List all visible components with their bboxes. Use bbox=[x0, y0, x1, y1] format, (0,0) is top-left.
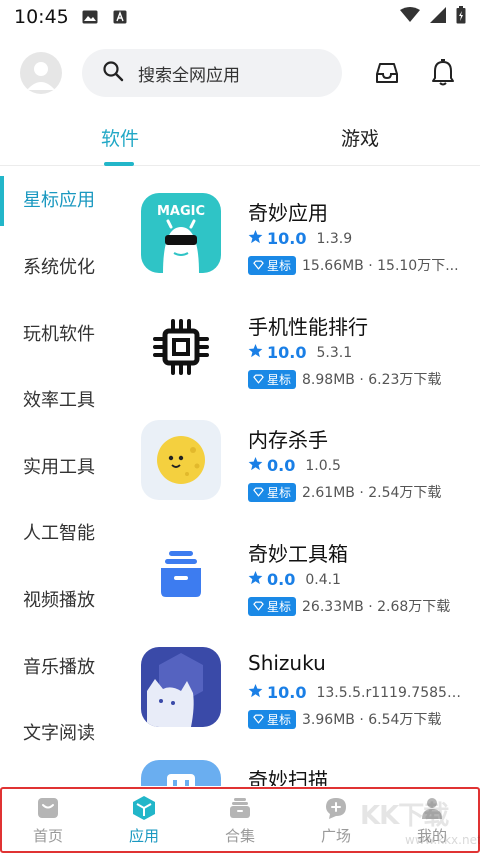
app-stats: 3.96MB · 6.54万下载 bbox=[302, 712, 442, 728]
sidebar-item-starred[interactable]: 星标应用 bbox=[23, 186, 95, 212]
diamond-icon bbox=[253, 601, 264, 611]
category-tabs: 软件 游戏 bbox=[0, 110, 480, 166]
starred-badge: 星标 bbox=[248, 709, 297, 729]
status-time: 10:45 bbox=[14, 6, 69, 28]
battery-icon bbox=[456, 6, 466, 28]
tab-software[interactable]: 软件 bbox=[101, 124, 139, 151]
app-rating: 0.0 0.4.1 bbox=[248, 570, 341, 589]
list-item[interactable]: 奇妙工具箱 0.0 0.4.1 星标 26.33MB · 2.68万下载 bbox=[120, 534, 480, 644]
starred-badge: 星标 bbox=[248, 369, 297, 389]
search-placeholder: 搜索全网应用 bbox=[138, 65, 240, 86]
home-icon bbox=[35, 795, 61, 821]
app-name: 奇妙工具箱 bbox=[248, 542, 348, 566]
app-rating: 10.0 13.5.5.r1119.75853... bbox=[248, 683, 466, 702]
sidebar-item-ai[interactable]: 人工智能 bbox=[23, 519, 95, 545]
app-meta: 星标 26.33MB · 2.68万下载 bbox=[248, 596, 450, 616]
toolbox-icon bbox=[141, 534, 221, 614]
avatar[interactable] bbox=[20, 52, 62, 94]
top-header: 搜索全网应用 bbox=[0, 40, 480, 106]
collection-box-icon bbox=[227, 795, 253, 821]
app-name: 手机性能排行 bbox=[248, 315, 368, 339]
app-meta: 星标 15.66MB · 15.10万下... bbox=[248, 255, 459, 275]
diamond-icon bbox=[253, 374, 264, 384]
star-icon bbox=[248, 456, 263, 475]
app-version: 1.3.9 bbox=[316, 230, 353, 247]
list-item[interactable]: Shizuku 10.0 13.5.5.r1119.75853... 星标 3.… bbox=[120, 647, 480, 757]
app-score: 10.0 bbox=[267, 343, 307, 362]
app-meta: 星标 8.98MB · 6.23万下载 bbox=[248, 369, 441, 389]
list-item[interactable]: MAGIC 奇妙应用 10.0 1.3.9 星标 15.66MB · 15.10… bbox=[120, 193, 480, 303]
sidebar-item-system-optimize[interactable]: 系统优化 bbox=[23, 253, 95, 279]
app-version: 1.0.5 bbox=[305, 457, 341, 474]
magic-app-icon: MAGIC bbox=[141, 193, 221, 273]
app-version: 5.3.1 bbox=[316, 344, 353, 361]
starred-badge: 星标 bbox=[248, 255, 297, 275]
image-notification-icon bbox=[81, 9, 99, 25]
nav-collections[interactable]: 合集 bbox=[200, 795, 280, 851]
app-meta: 星标 3.96MB · 6.54万下载 bbox=[248, 709, 441, 729]
shizuku-icon bbox=[141, 647, 221, 727]
app-score: 0.0 bbox=[267, 456, 296, 475]
list-item[interactable]: 内存杀手 0.0 1.0.5 星标 2.61MB · 2.54万下载 bbox=[120, 420, 480, 530]
app-meta: 星标 2.61MB · 2.54万下载 bbox=[248, 482, 441, 502]
app-version: 0.4.1 bbox=[305, 571, 341, 588]
diamond-icon bbox=[253, 714, 264, 724]
app-name: 奇妙扫描 bbox=[248, 768, 328, 786]
star-icon bbox=[248, 343, 263, 362]
search-bar[interactable]: 搜索全网应用 bbox=[82, 49, 342, 97]
signal-icon bbox=[430, 7, 446, 27]
watermark-url: www.kkx.net bbox=[405, 833, 480, 847]
app-name: Shizuku bbox=[248, 651, 326, 675]
status-bar: 10:45 bbox=[0, 0, 480, 34]
sidebar-item-video[interactable]: 视频播放 bbox=[23, 586, 95, 612]
cube-icon bbox=[131, 795, 157, 821]
tab-games[interactable]: 游戏 bbox=[341, 124, 379, 151]
sidebar-item-music[interactable]: 音乐播放 bbox=[23, 653, 95, 679]
star-icon bbox=[248, 683, 263, 702]
diamond-icon bbox=[253, 260, 264, 270]
inbox-icon[interactable] bbox=[372, 58, 402, 88]
app-score: 10.0 bbox=[267, 683, 307, 702]
sidebar-item-utilities[interactable]: 实用工具 bbox=[23, 453, 95, 479]
app-version: 13.5.5.r1119.75853... bbox=[316, 684, 467, 701]
chip-icon bbox=[141, 307, 221, 387]
app-name: 内存杀手 bbox=[248, 428, 328, 452]
chat-plus-icon bbox=[323, 795, 349, 821]
category-sidebar: 星标应用 系统优化 玩机软件 效率工具 实用工具 人工智能 视频播放 音乐播放 … bbox=[0, 166, 120, 786]
bell-icon[interactable] bbox=[428, 58, 458, 88]
app-score: 10.0 bbox=[267, 229, 307, 248]
app-stats: 8.98MB · 6.23万下载 bbox=[302, 372, 442, 388]
list-item[interactable]: 奇妙扫描 bbox=[120, 760, 480, 786]
status-right bbox=[400, 6, 466, 28]
app-stats: 15.66MB · 15.10万下... bbox=[302, 258, 459, 274]
sidebar-item-reading[interactable]: 文字阅读 bbox=[23, 719, 95, 745]
star-icon bbox=[248, 570, 263, 589]
app-stats: 2.61MB · 2.54万下载 bbox=[302, 485, 442, 501]
app-score: 0.0 bbox=[267, 570, 296, 589]
scanner-icon bbox=[141, 760, 221, 786]
app-list: MAGIC 奇妙应用 10.0 1.3.9 星标 15.66MB · 15.10… bbox=[120, 166, 480, 786]
sidebar-item-tweak[interactable]: 玩机软件 bbox=[23, 320, 95, 346]
starred-badge: 星标 bbox=[248, 482, 297, 502]
wifi-icon bbox=[400, 7, 420, 27]
svg-text:MAGIC: MAGIC bbox=[157, 204, 205, 219]
diamond-icon bbox=[253, 487, 264, 497]
app-name: 奇妙应用 bbox=[248, 201, 328, 225]
app-stats: 26.33MB · 2.68万下载 bbox=[302, 599, 451, 615]
search-icon bbox=[102, 60, 124, 86]
list-item[interactable]: 手机性能排行 10.0 5.3.1 星标 8.98MB · 6.23万下载 bbox=[120, 307, 480, 417]
watermark-logo: KK下载 bbox=[360, 801, 449, 831]
app-rating: 0.0 1.0.5 bbox=[248, 456, 341, 475]
starred-badge: 星标 bbox=[248, 596, 297, 616]
sidebar-item-productivity[interactable]: 效率工具 bbox=[23, 386, 95, 412]
app-rating: 10.0 5.3.1 bbox=[248, 343, 352, 362]
nav-home[interactable]: 首页 bbox=[8, 795, 88, 851]
app-notification-icon bbox=[111, 9, 129, 25]
sidebar-active-indicator bbox=[0, 176, 4, 226]
nav-apps[interactable]: 应用 bbox=[104, 795, 184, 851]
moon-face-icon bbox=[141, 420, 221, 500]
app-rating: 10.0 1.3.9 bbox=[248, 229, 352, 248]
star-icon bbox=[248, 229, 263, 248]
